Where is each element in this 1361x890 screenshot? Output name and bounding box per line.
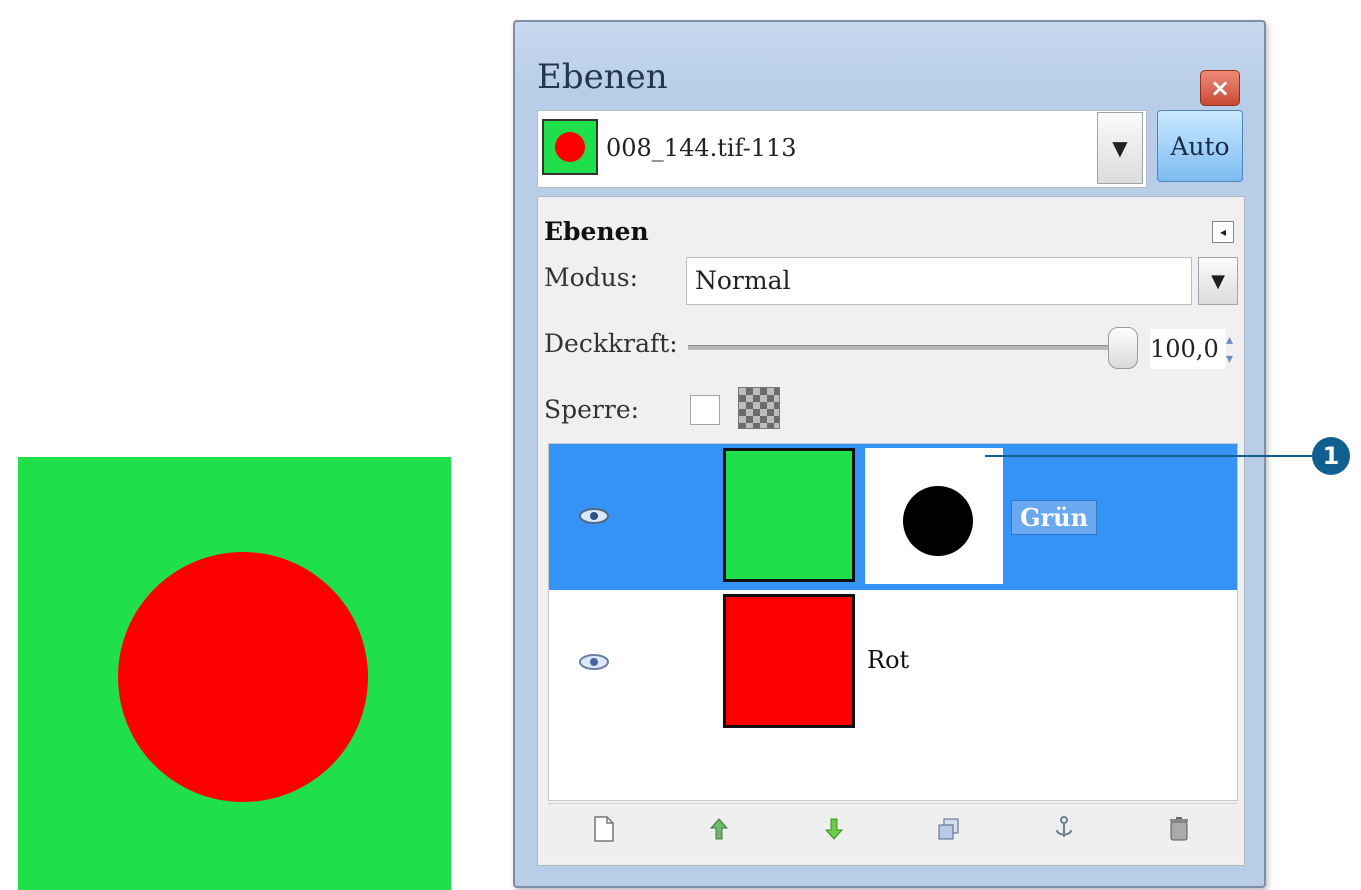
chevron-down-icon: ▼ bbox=[1211, 270, 1225, 292]
close-button[interactable]: × bbox=[1200, 70, 1240, 106]
callout-line bbox=[985, 455, 1312, 457]
canvas-preview bbox=[18, 457, 451, 890]
tab-menu-icon: ◂ bbox=[1219, 225, 1227, 239]
mode-select[interactable]: Normal bbox=[686, 257, 1192, 305]
eye-icon[interactable] bbox=[577, 506, 611, 526]
mode-dropdown-button[interactable]: ▼ bbox=[1198, 257, 1238, 305]
lower-layer-icon[interactable] bbox=[820, 814, 848, 844]
layer-name[interactable]: Grün bbox=[1011, 500, 1098, 535]
layer-thumbnail bbox=[723, 594, 855, 728]
raise-layer-icon[interactable] bbox=[705, 814, 733, 844]
opacity-slider-handle[interactable] bbox=[1108, 327, 1138, 369]
layers-panel: Ebenen ◂ Modus: Normal ▼ Deckkraft: 100,… bbox=[537, 196, 1245, 866]
image-thumbnail bbox=[542, 119, 598, 175]
dock-title: Ebenen bbox=[537, 57, 668, 97]
opacity-label: Deckkraft: bbox=[544, 329, 678, 358]
new-layer-icon[interactable] bbox=[590, 814, 618, 844]
opacity-value-field[interactable]: 100,0 bbox=[1150, 329, 1226, 369]
layer-thumbnail bbox=[723, 448, 855, 582]
delete-layer-icon[interactable] bbox=[1165, 814, 1193, 844]
panel-heading: Ebenen bbox=[544, 217, 649, 246]
spin-button-icon[interactable]: ▴ ▾ bbox=[1226, 331, 1236, 369]
lock-pixels-checkbox[interactable] bbox=[690, 395, 720, 425]
eye-icon[interactable] bbox=[577, 652, 611, 672]
lock-label: Sperre: bbox=[544, 395, 640, 424]
image-name: 008_144.tif-113 bbox=[606, 134, 797, 162]
layer-row-grun[interactable]: Grün bbox=[549, 444, 1237, 590]
layer-name[interactable]: Rot bbox=[867, 646, 909, 674]
duplicate-layer-icon[interactable] bbox=[935, 814, 963, 844]
callout-badge: 1 bbox=[1312, 437, 1350, 475]
mode-label: Modus: bbox=[544, 263, 639, 292]
layer-list: Grün Rot bbox=[548, 443, 1238, 801]
image-selector[interactable]: 008_144.tif-113 bbox=[537, 110, 1147, 188]
layers-dock: Ebenen × 008_144.tif-113 ▼ Auto Ebenen ◂… bbox=[513, 20, 1266, 888]
auto-button[interactable]: Auto bbox=[1157, 110, 1243, 182]
image-dropdown-button[interactable]: ▼ bbox=[1097, 112, 1143, 184]
panel-menu-icon[interactable]: ◂ bbox=[1212, 221, 1234, 243]
layer-toolbar bbox=[548, 803, 1238, 858]
close-icon: × bbox=[1209, 74, 1231, 102]
red-circle bbox=[118, 552, 368, 802]
mode-value: Normal bbox=[695, 266, 791, 295]
opacity-slider-track[interactable] bbox=[688, 345, 1108, 350]
layer-mask-thumbnail bbox=[865, 448, 1003, 584]
lock-alpha-icon[interactable] bbox=[738, 387, 780, 429]
anchor-layer-icon[interactable] bbox=[1050, 814, 1078, 844]
chevron-down-icon: ▼ bbox=[1112, 136, 1128, 160]
layer-row-rot[interactable]: Rot bbox=[549, 590, 1237, 736]
